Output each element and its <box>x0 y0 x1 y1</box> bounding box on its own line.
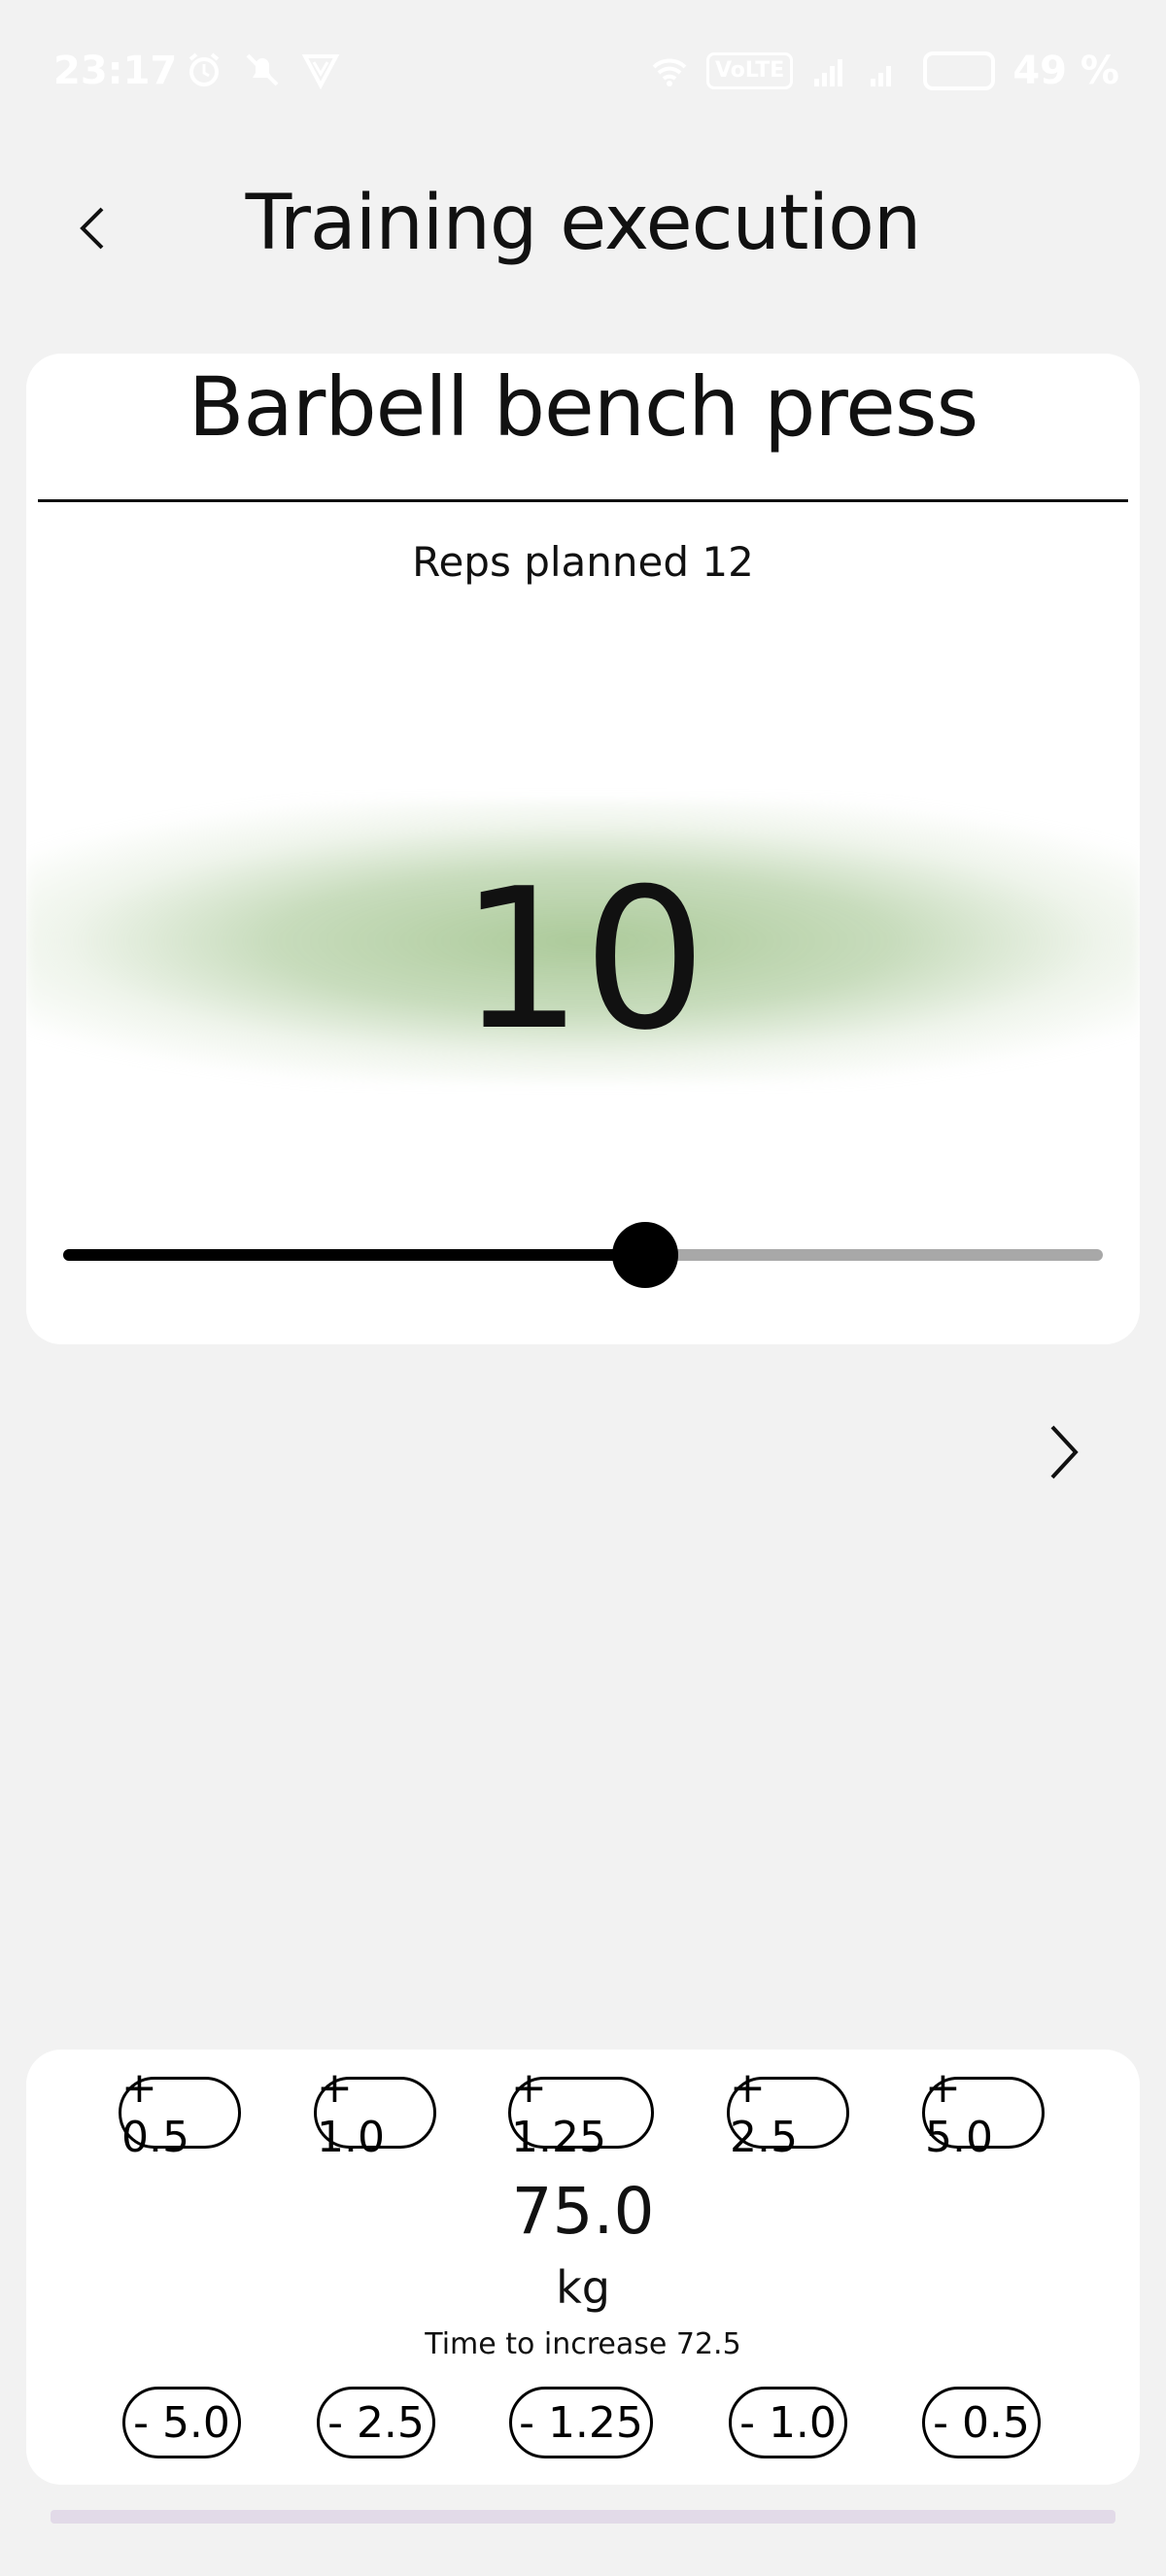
reps-planned-label: Reps planned 12 <box>412 538 754 586</box>
volte-badge: VoLTE <box>705 52 794 89</box>
exercise-card: Barbell bench press Reps planned 12 10 <box>26 354 1140 1344</box>
status-time: 23:17 <box>53 49 178 93</box>
decrease-button-1-25[interactable]: - 1.25 <box>509 2387 653 2458</box>
next-exercise-button[interactable] <box>1035 1413 1093 1491</box>
increase-hint: Time to increase 72.5 <box>425 2327 741 2361</box>
reps-slider-thumb[interactable] <box>612 1222 679 1288</box>
training-execution-screen: 23:17 VoLTE 49 % Training execution Barb… <box>0 0 1166 2576</box>
weight-card: + 0.5 + 1.0 + 1.25 + 2.5 + 5.0 75.0 kg T… <box>26 2050 1140 2485</box>
decrease-button-5-0[interactable]: - 5.0 <box>122 2387 241 2458</box>
header: Training execution <box>0 165 1166 291</box>
title-divider <box>38 499 1128 502</box>
chevron-right-icon <box>1050 1425 1079 1479</box>
alarm-icon <box>189 52 220 86</box>
weight-value: 75.0 <box>511 2174 655 2249</box>
decrease-button-1-0[interactable]: - 1.0 <box>729 2387 847 2458</box>
increase-button-0-5[interactable]: + 0.5 <box>119 2063 241 2162</box>
signal-icon <box>814 59 843 86</box>
reps-slider-fill <box>63 1249 646 1261</box>
increase-button-5-0[interactable]: + 5.0 <box>922 2063 1045 2162</box>
wifi-icon <box>652 58 687 86</box>
mute-icon <box>246 53 279 86</box>
increase-button-1-25[interactable]: + 1.25 <box>508 2063 654 2162</box>
page-title: Training execution <box>245 180 922 267</box>
increase-button-2-5[interactable]: + 2.5 <box>727 2063 849 2162</box>
status-bar: 23:17 VoLTE 49 % <box>0 0 1166 146</box>
battery-percent: 49 % <box>1012 49 1119 93</box>
home-indicator[interactable] <box>51 2510 1115 2524</box>
vpn-icon <box>301 54 340 89</box>
signal-icon-secondary <box>871 66 892 86</box>
increase-button-1-0[interactable]: + 1.0 <box>314 2063 436 2162</box>
reps-value: 10 <box>459 847 707 1073</box>
weight-unit: kg <box>556 2261 610 2314</box>
exercise-name: Barbell bench press <box>188 359 979 455</box>
battery-icon <box>923 51 996 90</box>
decrease-button-0-5[interactable]: - 0.5 <box>922 2387 1041 2458</box>
reps-slider-track[interactable] <box>63 1249 1103 1261</box>
decrease-button-2-5[interactable]: - 2.5 <box>317 2387 435 2458</box>
